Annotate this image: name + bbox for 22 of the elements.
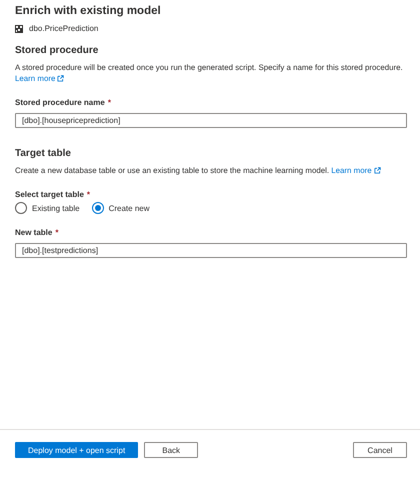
section-heading: Stored procedure: [15, 45, 98, 56]
grid-icon: [15, 24, 23, 32]
required-mark: *: [55, 228, 58, 237]
radio-button[interactable]: [15, 202, 27, 214]
action-button[interactable]: Back: [144, 442, 198, 458]
required-mark: *: [86, 190, 90, 199]
radio-button[interactable]: [92, 202, 104, 214]
field-label: New table: [15, 228, 52, 237]
field-label: Select target table: [15, 190, 84, 199]
field-label: Stored procedure name: [15, 98, 105, 107]
text-field[interactable]: [dbo].[testpredictions]: [15, 243, 407, 258]
panel-title: Enrich with existing model: [15, 5, 161, 17]
text-field[interactable]: [dbo].[housepriceprediction]: [15, 113, 407, 128]
model-name: dbo.PricePrediction: [29, 24, 98, 33]
external-link-icon: [57, 74, 64, 82]
section-heading: Target table: [15, 148, 71, 159]
external-link-icon: [374, 166, 381, 174]
required-mark: *: [108, 98, 111, 107]
radio-label[interactable]: Existing table: [32, 204, 80, 212]
action-button[interactable]: Cancel: [353, 442, 407, 458]
deploy-button[interactable]: Deploy model + open script: [15, 442, 138, 458]
radio-label[interactable]: Create new: [108, 204, 150, 212]
